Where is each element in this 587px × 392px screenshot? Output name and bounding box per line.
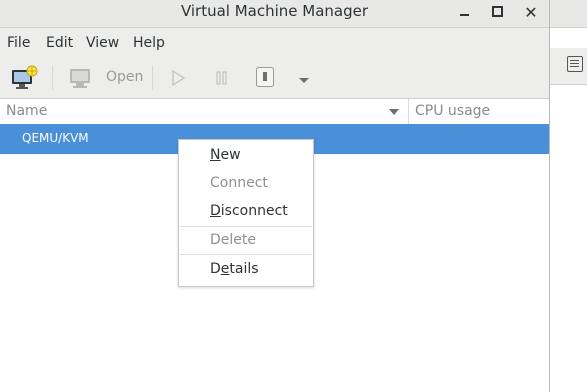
menu-item-details[interactable]: Details [179, 256, 313, 284]
background-window: ▾ [545, 0, 587, 392]
connection-label: QEMU/KVM [22, 131, 89, 145]
menu-edit[interactable]: Edit [46, 35, 73, 51]
pause-button[interactable] [214, 69, 230, 87]
close-icon: ✕ [524, 3, 538, 22]
background-window-titlebar [549, 0, 587, 28]
close-button[interactable]: ✕ [521, 3, 541, 22]
open-button[interactable] [68, 66, 94, 90]
menu-item-new[interactable]: New [179, 142, 313, 170]
shutdown-menu-button[interactable] [297, 74, 311, 84]
column-headers: Name CPU usage [0, 99, 549, 126]
menu-item-label: New [210, 147, 241, 163]
maximize-icon [492, 6, 503, 17]
titlebar: Virtual Machine Manager ✕ [0, 0, 549, 28]
menu-separator [180, 254, 312, 255]
menu-file[interactable]: File [7, 35, 30, 51]
column-cpu-header[interactable]: CPU usage [415, 103, 490, 119]
play-icon [172, 69, 186, 87]
sort-dropdown-icon[interactable] [389, 109, 399, 115]
shutdown-icon [256, 67, 274, 87]
column-separator[interactable] [408, 99, 409, 125]
toolbar: Open [0, 58, 549, 99]
toolbar-separator [52, 66, 53, 90]
run-button[interactable] [170, 69, 186, 87]
new-vm-icon [12, 65, 38, 89]
menubar: File Edit View Help [0, 28, 549, 58]
toolbar-separator [152, 66, 153, 90]
open-label[interactable]: Open [106, 69, 143, 85]
list-view-icon[interactable] [567, 56, 583, 72]
menu-item-connect: Connect [179, 170, 313, 198]
menu-item-disconnect[interactable]: Disconnect [179, 198, 313, 226]
context-menu: New Connect Disconnect Delete Details [178, 139, 314, 287]
menu-item-label: Disconnect [210, 203, 288, 219]
background-window-toolbar: ▾ [545, 48, 587, 85]
shutdown-button[interactable] [255, 66, 275, 88]
pause-icon [216, 71, 227, 85]
maximize-button[interactable] [487, 3, 507, 21]
menu-item-label: Details [210, 261, 259, 277]
menu-help[interactable]: Help [133, 35, 165, 51]
menu-item-label: Connect [210, 175, 268, 191]
menu-item-delete: Delete [179, 227, 313, 255]
new-vm-button[interactable] [10, 64, 38, 92]
menu-item-label: Delete [210, 232, 256, 248]
minimize-icon [460, 14, 469, 16]
monitor-icon [70, 69, 90, 88]
column-name-header[interactable]: Name [6, 103, 47, 119]
menu-view[interactable]: View [86, 35, 119, 51]
minimize-button[interactable] [455, 3, 475, 21]
chevron-down-icon [299, 78, 309, 83]
